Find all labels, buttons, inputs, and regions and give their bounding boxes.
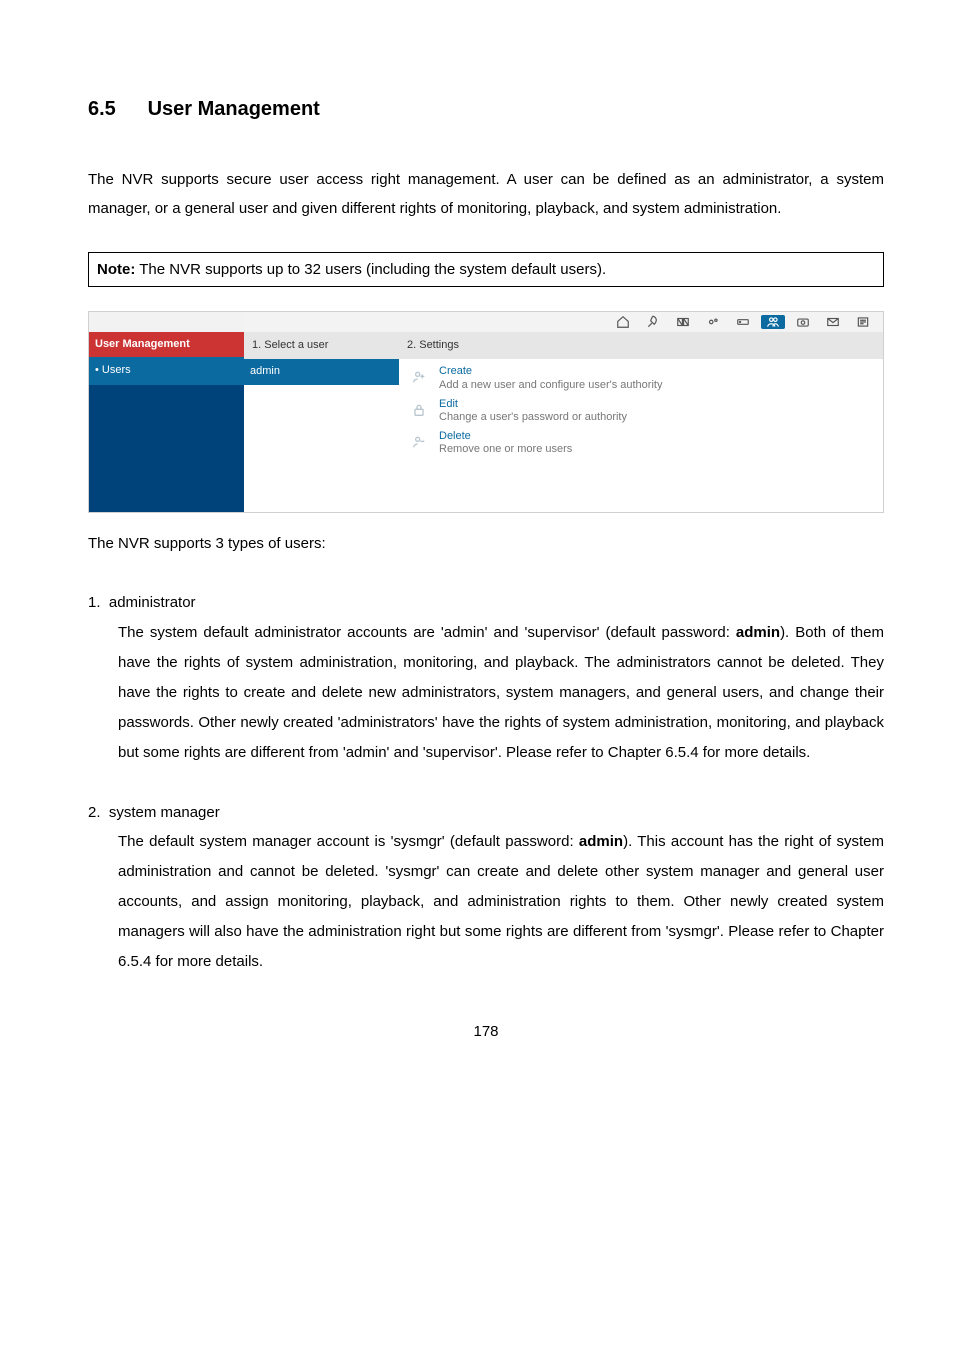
topbar-gutter [89, 312, 244, 332]
setting-delete[interactable]: Delete Remove one or more users [409, 430, 873, 456]
li2-title: system manager [109, 804, 220, 821]
setting-create-title: Create [439, 365, 662, 378]
rocket-icon[interactable] [641, 315, 665, 329]
camera-icon[interactable] [791, 315, 815, 329]
envelope-icon[interactable] [821, 315, 845, 329]
note-label: Note: [97, 261, 135, 278]
setting-create[interactable]: Create Add a new user and configure user… [409, 365, 873, 391]
settings-column: 2. Settings Create Add a new user and co… [399, 332, 883, 512]
section-number: 6.5 [88, 90, 142, 129]
gears-icon[interactable] [701, 315, 725, 329]
section-heading: 6.5 User Management [88, 90, 884, 129]
sidebar: User Management • Users [89, 332, 244, 512]
add-user-icon [409, 365, 429, 389]
note-box: Note: The NVR supports up to 32 users (i… [88, 252, 884, 288]
select-user-column: 1. Select a user admin [244, 332, 399, 512]
users-icon[interactable] [761, 315, 785, 329]
logs-icon[interactable] [851, 315, 875, 329]
li1-body: The system default administrator account… [88, 618, 884, 768]
app-panel: User Management • Users 1. Select a user… [88, 311, 884, 513]
sidebar-heading: User Management [89, 332, 244, 357]
li2-body: The default system manager account is 's… [88, 827, 884, 977]
intro-paragraph: The NVR supports secure user access righ… [88, 165, 884, 224]
li1-num: 1. [88, 594, 101, 611]
section-title: User Management [148, 98, 320, 120]
select-user-heading: 1. Select a user [244, 332, 399, 359]
setting-create-desc: Add a new user and configure user's auth… [439, 379, 662, 392]
setting-edit[interactable]: Edit Change a user's password or authori… [409, 398, 873, 424]
setting-edit-title: Edit [439, 398, 627, 411]
user-item-admin[interactable]: admin [244, 359, 399, 384]
setting-delete-desc: Remove one or more users [439, 443, 572, 456]
toolbar [244, 312, 883, 332]
remove-user-icon [409, 430, 429, 454]
types-caption: The NVR supports 3 types of users: [88, 529, 884, 558]
setting-edit-desc: Change a user's password or authority [439, 411, 627, 424]
folders-icon[interactable] [671, 315, 695, 329]
sidebar-item-users[interactable]: • Users [89, 357, 244, 384]
li2-num: 2. [88, 804, 101, 821]
home-icon[interactable] [611, 315, 635, 329]
drive-icon[interactable] [731, 315, 755, 329]
li1-title: administrator [109, 594, 196, 611]
list-item-2: 2. system manager The default system man… [88, 798, 884, 977]
page-number: 178 [88, 1017, 884, 1046]
list-item-1: 1. administrator The system default admi… [88, 588, 884, 767]
settings-heading: 2. Settings [399, 332, 883, 359]
note-text: The NVR supports up to 32 users (includi… [135, 261, 606, 278]
setting-delete-title: Delete [439, 430, 572, 443]
lock-icon [409, 398, 429, 422]
